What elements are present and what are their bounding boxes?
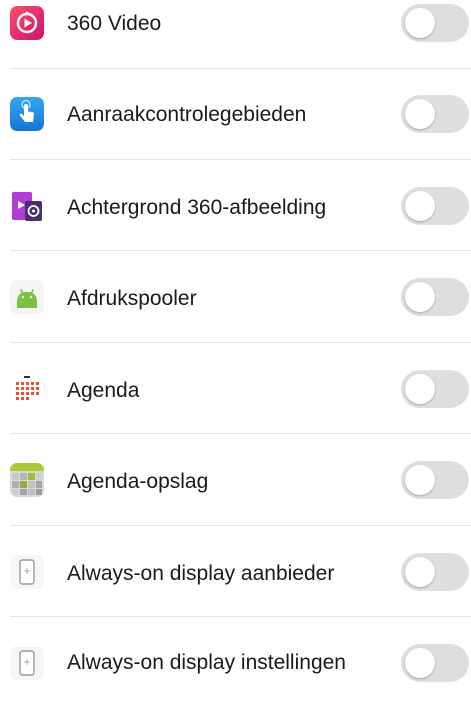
app-label: Always-on display instellingen (67, 651, 346, 674)
app-label: Always-on display aanbieder (67, 562, 335, 585)
wallpaper-360-icon (10, 189, 44, 223)
toggle-knob (405, 282, 435, 312)
app-row-wallpaper-360[interactable]: Achtergrond 360-afbeelding (0, 160, 471, 251)
app-row-touch-control[interactable]: Aanraakcontrolegebieden (0, 69, 471, 160)
toggle-switch[interactable] (401, 461, 469, 499)
toggle-knob (405, 557, 435, 587)
android-icon (10, 280, 44, 314)
toggle-switch[interactable] (401, 4, 469, 42)
toggle-knob (405, 191, 435, 221)
calendar-icon (10, 372, 44, 406)
toggle-switch[interactable] (401, 644, 469, 682)
toggle-switch[interactable] (401, 370, 469, 408)
toggle-knob (405, 8, 435, 38)
touch-control-icon (10, 97, 44, 131)
app-label: Aanraakcontrolegebieden (67, 103, 307, 126)
toggle-switch[interactable] (401, 95, 469, 133)
app-label: 360 Video (67, 12, 162, 35)
app-row-aod-provider[interactable]: Always-on display aanbieder (0, 526, 471, 617)
calendar-storage-icon (10, 463, 44, 497)
app-label: Achtergrond 360-afbeelding (67, 196, 327, 219)
toggle-knob (405, 374, 435, 404)
app-row-aod-settings[interactable]: Always-on display instellingen (0, 617, 471, 708)
app-label: Afdrukspooler (67, 287, 197, 310)
app-label: Agenda (67, 379, 140, 402)
phone-display-icon (10, 555, 44, 589)
app-row-calendar[interactable]: Agenda (0, 343, 471, 434)
toggle-switch[interactable] (401, 187, 469, 225)
app-row-calendar-storage[interactable]: Agenda-opslag (0, 434, 471, 525)
video-360-icon (10, 6, 44, 40)
phone-display-icon (10, 646, 44, 680)
toggle-switch[interactable] (401, 553, 469, 591)
toggle-knob (405, 99, 435, 129)
app-row-print-spooler[interactable]: Afdrukspooler (0, 251, 471, 342)
app-label: Agenda-opslag (67, 470, 209, 493)
toggle-knob (405, 648, 435, 678)
toggle-switch[interactable] (401, 278, 469, 316)
toggle-knob (405, 465, 435, 495)
